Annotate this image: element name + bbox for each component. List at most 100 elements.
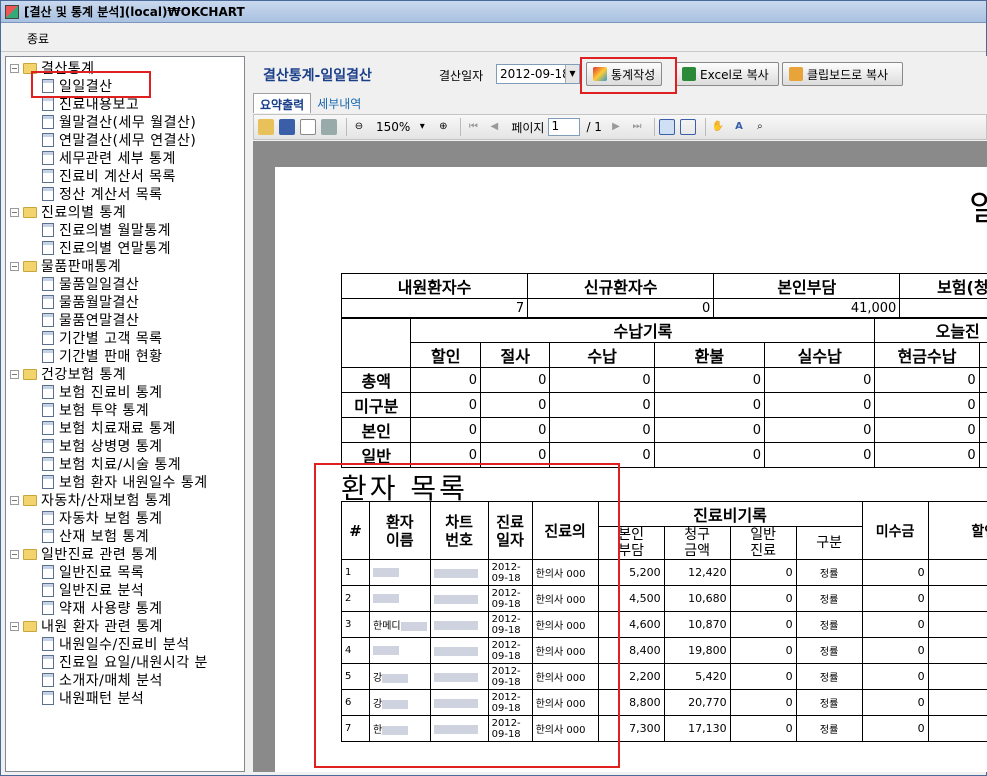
page-icon[interactable] (300, 119, 316, 135)
tree-item-label: 진료일 요일/내원시각 분 (59, 655, 208, 671)
tree-item[interactable]: 일반진료 분석 (42, 581, 144, 599)
tree-item[interactable]: 물품연말결산 (42, 311, 139, 329)
payment-cell: 0 (874, 442, 980, 468)
prev-page-icon[interactable]: ◀ (486, 119, 502, 135)
document-icon (42, 313, 54, 327)
tab-details[interactable]: 세부내역 (311, 93, 367, 113)
tab-summary[interactable]: 요약출력 (253, 93, 312, 113)
tree-group[interactable]: − 진료의별 통계 (10, 203, 126, 221)
tree-item[interactable]: 보험 진료비 통계 (42, 383, 163, 401)
hand-icon[interactable]: ✋ (710, 119, 726, 135)
document-icon (42, 403, 54, 417)
multi-page-icon[interactable] (679, 119, 696, 135)
tree-item[interactable]: 보험 치료/시술 통계 (42, 455, 181, 473)
tree-item[interactable]: 정산 계산서 목록 (42, 185, 163, 203)
tree-item[interactable]: 산재 보험 통계 (42, 527, 149, 545)
collapse-icon[interactable]: − (10, 549, 19, 559)
save-icon[interactable] (279, 119, 295, 135)
tree-group[interactable]: − 일반진료 관련 통계 (10, 545, 158, 563)
collapse-icon[interactable]: − (10, 621, 19, 631)
summary-value: 0 (527, 298, 715, 319)
summary-value-row: 7041,00097 (340, 298, 987, 319)
tree-item[interactable]: 보험 상병명 통계 (42, 437, 163, 455)
fee-type: 정률 (795, 611, 863, 638)
tree-item[interactable]: 보험 환자 내원일수 통계 (42, 473, 208, 491)
zoom-in-icon[interactable]: ⊕ (435, 119, 451, 135)
tree-item-label: 일반진료 분석 (59, 583, 145, 599)
document-icon (42, 295, 54, 309)
payment-col-header: 할인 (410, 342, 481, 368)
tree-item[interactable]: 기간별 고객 목록 (42, 329, 163, 347)
payment-col-row: 할인절사수납환불실수납현금수납카 (342, 342, 987, 368)
tree-group[interactable]: − 자동차/산재보험 통계 (10, 491, 172, 509)
collapse-icon[interactable]: − (10, 261, 19, 271)
tree-item[interactable]: 보험 투약 통계 (42, 401, 149, 419)
first-page-icon[interactable]: ⏮ (465, 119, 481, 135)
tree-group[interactable]: − 내원 환자 관련 통계 (10, 617, 163, 635)
tree-item[interactable]: 기간별 판매 현황 (42, 347, 163, 365)
stats-tree[interactable]: − 결산통계 일일결산 진료내용보고 월말결산(세무 월결산) 연말결산(세무 연결산) 세… (5, 56, 245, 772)
separator (653, 118, 655, 136)
menu-exit[interactable]: 종료 (21, 30, 55, 47)
tree-item[interactable]: 진료의별 월말통계 (42, 221, 171, 239)
tree-item[interactable]: 약재 사용량 통계 (42, 599, 163, 617)
tree-item-label: 세무관련 세부 통계 (59, 151, 176, 167)
payment-cell (978, 442, 987, 468)
chevron-down-icon[interactable]: ▾ (414, 119, 430, 135)
date-picker[interactable]: 2012-09-18 ▼ (496, 64, 580, 84)
payment-cell: 0 (764, 367, 876, 393)
main-window: [결산 및 통계 분석](local)₩OKCHART 종료 − 결산통계 일일결산… (0, 0, 987, 776)
tree-item[interactable]: 세무관련 세부 통계 (42, 149, 176, 167)
tree-item[interactable]: 연말결산(세무 연결산) (42, 131, 196, 149)
tree-item[interactable]: 물품월말결산 (42, 293, 139, 311)
tree-item[interactable]: 물품일일결산 (42, 275, 139, 293)
fee-type: 정률 (795, 663, 863, 690)
zoom-value[interactable]: 150% (376, 120, 410, 134)
tree-item[interactable]: 진료비 계산서 목록 (42, 167, 176, 185)
tree-item[interactable]: 보험 치료재료 통계 (42, 419, 176, 437)
tree-item-label: 내원일수/진료비 분석 (59, 637, 190, 653)
next-page-icon[interactable]: ▶ (608, 119, 624, 135)
single-page-icon[interactable] (658, 119, 675, 135)
summary-value: 97 (899, 298, 987, 319)
find-icon[interactable]: ⌕ (752, 119, 768, 135)
collapse-icon[interactable]: − (10, 495, 19, 505)
discount: 0 (927, 689, 987, 716)
unpaid: 0 (861, 663, 929, 690)
discount: 0 (927, 637, 987, 664)
payment-row-label: 본인 (340, 417, 412, 443)
clipboard-copy-button[interactable]: 클립보드로 복사 (782, 62, 903, 86)
tree-group[interactable]: − 건강보험 통계 (10, 365, 126, 383)
tree-item[interactable]: 일반진료 목록 (42, 563, 144, 581)
payment-cell: 0 (764, 417, 876, 443)
tree-item[interactable]: 내원패턴 분석 (42, 689, 144, 707)
collapse-icon[interactable]: − (10, 63, 19, 73)
tree-group-label: 건강보험 통계 (41, 367, 127, 383)
summary-value: 41,000 (713, 298, 901, 319)
fee-general: 0 (729, 715, 797, 742)
tree-item[interactable]: 진료일 요일/내원시각 분 (42, 653, 208, 671)
tab-strip: 요약출력 세부내역 (253, 93, 367, 113)
tree-item[interactable]: 진료의별 연말통계 (42, 239, 171, 257)
page-input[interactable]: 1 (548, 118, 581, 136)
fee-col-header: 구분 (795, 526, 863, 560)
tree-item[interactable]: 자동차 보험 통계 (42, 509, 163, 527)
fee-col-header: 일반 진료 (729, 526, 797, 560)
tree-item[interactable]: 월말결산(세무 월결산) (42, 113, 196, 131)
chevron-down-icon[interactable]: ▼ (565, 65, 579, 83)
collapse-icon[interactable]: − (10, 207, 19, 217)
tree-group[interactable]: − 물품판매통계 (10, 257, 121, 275)
last-page-icon[interactable]: ⏭ (629, 119, 645, 135)
payment-cell: 0 (549, 417, 655, 443)
tree-item[interactable]: 소개자/매체 분석 (42, 671, 163, 689)
document-icon (42, 655, 54, 669)
excel-copy-button[interactable]: Excel로 복사 (675, 62, 779, 86)
print-icon[interactable] (321, 119, 337, 135)
collapse-icon[interactable]: − (10, 369, 19, 379)
discount: 0 (927, 663, 987, 690)
zoom-out-icon[interactable]: ⊖ (351, 119, 367, 135)
tree-item-label: 물품연말결산 (59, 313, 140, 329)
tree-item[interactable]: 내원일수/진료비 분석 (42, 635, 190, 653)
text-select-icon[interactable]: A (731, 119, 747, 135)
open-icon[interactable] (258, 119, 274, 135)
